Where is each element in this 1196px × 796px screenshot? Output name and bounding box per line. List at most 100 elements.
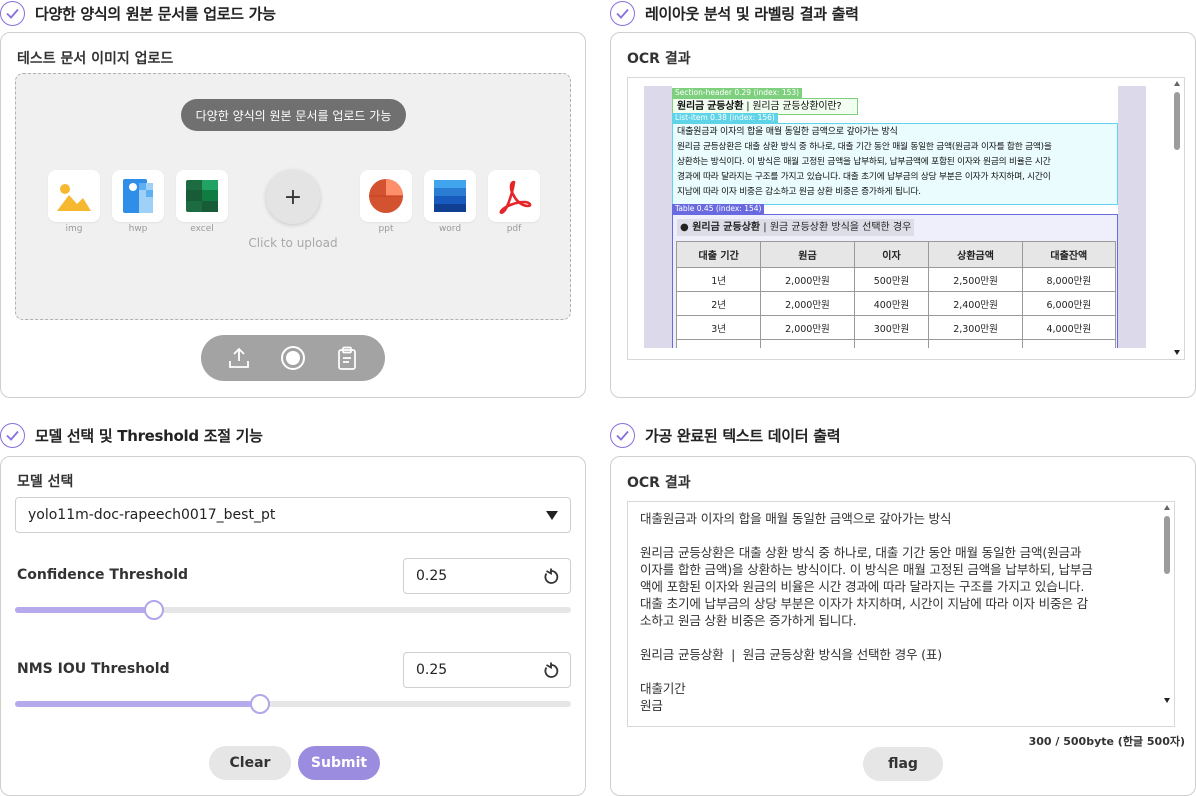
nms-iou-threshold-input[interactable]: 0.25: [403, 652, 571, 688]
file-type-label: ppt: [378, 224, 394, 234]
section-title: 레이아웃 분석 및 라벨링 결과 출력: [645, 4, 859, 23]
upload-dropzone[interactable]: 다양한 양식의 원본 문서를 업로드 가능 img hwp excel + Cl…: [15, 73, 571, 320]
section-header-text: 원리금 균등상환 | 원리금 균등상환이란?: [677, 101, 842, 112]
section-heading-upload: 다양한 양식의 원본 문서를 업로드 가능: [0, 0, 276, 26]
table-cell: 300만원: [853, 315, 930, 340]
file-type-label: word: [438, 224, 462, 234]
table-cell: 200만원: [853, 339, 930, 348]
ocr-image-viewer[interactable]: Section-header 0.29 (index: 153) 원리금 균등상…: [627, 77, 1185, 360]
text-output-panel: OCR 결과 대출원금과 이자의 합을 매월 동일한 금액으로 갚아가는 방식 …: [610, 456, 1196, 796]
model-select-dropdown[interactable]: yolo11m-doc-rapeech0017_best_pt: [15, 497, 571, 533]
section-title: 모델 선택 및 Threshold 조절 기능: [35, 426, 263, 445]
table-cell: 500만원: [853, 267, 930, 292]
nms-iou-threshold-label: NMS IOU Threshold: [17, 661, 170, 677]
document-image: Section-header 0.29 (index: 153) 원리금 균등상…: [672, 86, 1118, 348]
section-title: 다양한 양식의 원본 문서를 업로드 가능: [35, 4, 276, 23]
detection-label: Section-header 0.29 (index: 153): [672, 88, 803, 98]
layout-result-panel: OCR 결과 Section-header 0.29 (index: 153) …: [610, 32, 1196, 398]
table-cell: 2,300만원: [928, 315, 1023, 340]
clear-button[interactable]: Clear: [209, 746, 291, 780]
model-panel: 모델 선택 yolo11m-doc-rapeech0017_best_pt Co…: [0, 456, 586, 796]
chevron-down-icon: [546, 511, 558, 520]
confidence-threshold-input[interactable]: 0.25: [403, 558, 571, 594]
table-cell: 400만원: [853, 291, 930, 316]
table-header-cell: 원금: [760, 241, 855, 268]
table-cell: 2,400만원: [928, 291, 1023, 316]
table-caption: ● 원리금 균등상환 | 원금 균등상환 방식을 선택한 경우: [677, 219, 915, 236]
slider-handle[interactable]: [249, 694, 270, 714]
table-header-cell: 상환금액: [928, 241, 1023, 268]
table-row: 3년 2,000만원 300만원 2,300만원 4,000만원: [675, 315, 1117, 340]
word-file-icon: [424, 170, 476, 222]
file-type-label: img: [65, 224, 83, 234]
table-cell: 4년: [675, 339, 762, 348]
section-title: 가공 완료된 텍스트 데이터 출력: [645, 426, 841, 445]
table-header-cell: 이자: [853, 241, 930, 268]
nms-iou-threshold-slider[interactable]: [15, 694, 571, 714]
ocr-text-content: 대출원금과 이자의 합을 매월 동일한 금액으로 갚아가는 방식 원리금 균등상…: [640, 511, 1093, 713]
check-circle-icon: [0, 0, 25, 26]
upload-panel: 테스트 문서 이미지 업로드 다양한 양식의 원본 문서를 업로드 가능 img…: [0, 32, 586, 398]
reset-icon[interactable]: [542, 568, 560, 586]
confidence-threshold-slider[interactable]: [15, 600, 571, 620]
section-heading-model: 모델 선택 및 Threshold 조절 기능: [0, 422, 263, 448]
text-output-scrollbar[interactable]: [1162, 502, 1172, 726]
ocr-text-title: OCR 결과: [627, 475, 691, 491]
reset-icon[interactable]: [542, 662, 560, 680]
table-box: ● 원리금 균등상환 | 원금 균등상환 방식을 선택한 경우 대출 기간 원금 이…: [672, 214, 1118, 348]
table-row: 4년2,000만원200만원2,200만원2,000만원: [675, 339, 1117, 348]
detection-label: Table 0.45 (index: 154): [672, 204, 765, 214]
table-cell: 2,000만원: [760, 267, 855, 292]
section-heading-output: 가공 완료된 텍스트 데이터 출력: [610, 422, 841, 448]
loan-table: 대출 기간 원금 이자 상환금액 대출잔액 1년 2,000만원 500만원 2,500만원 8…: [675, 241, 1117, 348]
ppt-file-icon: [360, 170, 412, 222]
file-type-label: hwp: [128, 224, 148, 234]
table-cell: 6,000만원: [1021, 291, 1117, 316]
ocr-viewer-scrollbar[interactable]: [1172, 78, 1182, 359]
list-line: 상환하는 방식이다. 이 방식은 매월 고정된 금액을 납부하되, 납부금액에 …: [677, 157, 1051, 167]
click-to-upload-text[interactable]: Click to upload: [216, 236, 370, 250]
table-cell: 4,000만원: [1021, 315, 1117, 340]
table-header-cell: 대출잔액: [1021, 241, 1117, 268]
section-heading-layout: 레이아웃 분석 및 라벨링 결과 출력: [610, 0, 859, 26]
nms-iou-threshold-value: 0.25: [416, 662, 448, 678]
slider-fill: [15, 701, 260, 707]
submit-button[interactable]: Submit: [298, 746, 380, 780]
table-cell: 2,200만원: [928, 339, 1023, 348]
table-cell: 3년: [675, 315, 762, 340]
table-cell: 2,000만원: [1021, 339, 1117, 348]
upload-hint-pill: 다양한 양식의 원본 문서를 업로드 가능: [181, 99, 406, 131]
table-row: 2년 2,000만원 400만원 2,400만원 6,000만원: [675, 291, 1117, 316]
record-icon[interactable]: [280, 345, 306, 371]
ocr-result-title: OCR 결과: [627, 51, 691, 67]
upload-panel-title: 테스트 문서 이미지 업로드: [17, 51, 174, 67]
clipboard-icon[interactable]: [334, 345, 360, 371]
table-row: 1년 2,000만원 500만원 2,500만원 8,000만원: [675, 267, 1117, 292]
list-line: 경과에 따라 달라지는 구조를 가지고 있습니다. 대출 초기에 납부금의 상당…: [677, 172, 1051, 182]
list-line: 지남에 따라 이자 비중은 감소하고 원금 상환 비중은 증가하게 됩니다.: [677, 187, 921, 197]
table-cell: 2,000만원: [760, 291, 855, 316]
list-line: 원리금 균등상환은 대출 상환 방식 중 하나로, 대출 기간 동안 매월 동일…: [677, 142, 1052, 152]
table-cell: 2,000만원: [760, 339, 855, 348]
check-circle-icon: [0, 422, 25, 448]
list-item-box: 대출원금과 이자의 합을 매월 동일한 금액으로 갚아가는 방식 원리금 균등상…: [672, 123, 1118, 205]
table-header-cell: 대출 기간: [675, 241, 762, 268]
hwp-file-icon: [112, 170, 164, 222]
byte-counter: 300 / 500byte (한글 500자): [1028, 735, 1185, 748]
file-type-label: excel: [190, 224, 214, 234]
table-cell: 2,000만원: [760, 315, 855, 340]
ocr-text-output[interactable]: 대출원금과 이자의 합을 매월 동일한 금액으로 갚아가는 방식 원리금 균등상…: [627, 501, 1175, 727]
table-cell: 1년: [675, 267, 762, 292]
file-type-label: pdf: [506, 224, 522, 234]
table-cell: 8,000만원: [1021, 267, 1117, 292]
upload-toolbar: [201, 335, 385, 381]
flag-button[interactable]: flag: [863, 747, 943, 781]
upload-icon[interactable]: [226, 345, 252, 371]
add-file-button[interactable]: +: [266, 170, 320, 224]
table-cell: 2,500만원: [928, 267, 1023, 292]
check-circle-icon: [610, 422, 635, 448]
slider-handle[interactable]: [144, 600, 164, 620]
list-line: 대출원금과 이자의 합을 매월 동일한 금액으로 갚아가는 방식: [677, 127, 898, 137]
slider-fill: [15, 607, 154, 613]
pdf-file-icon: [488, 170, 540, 222]
